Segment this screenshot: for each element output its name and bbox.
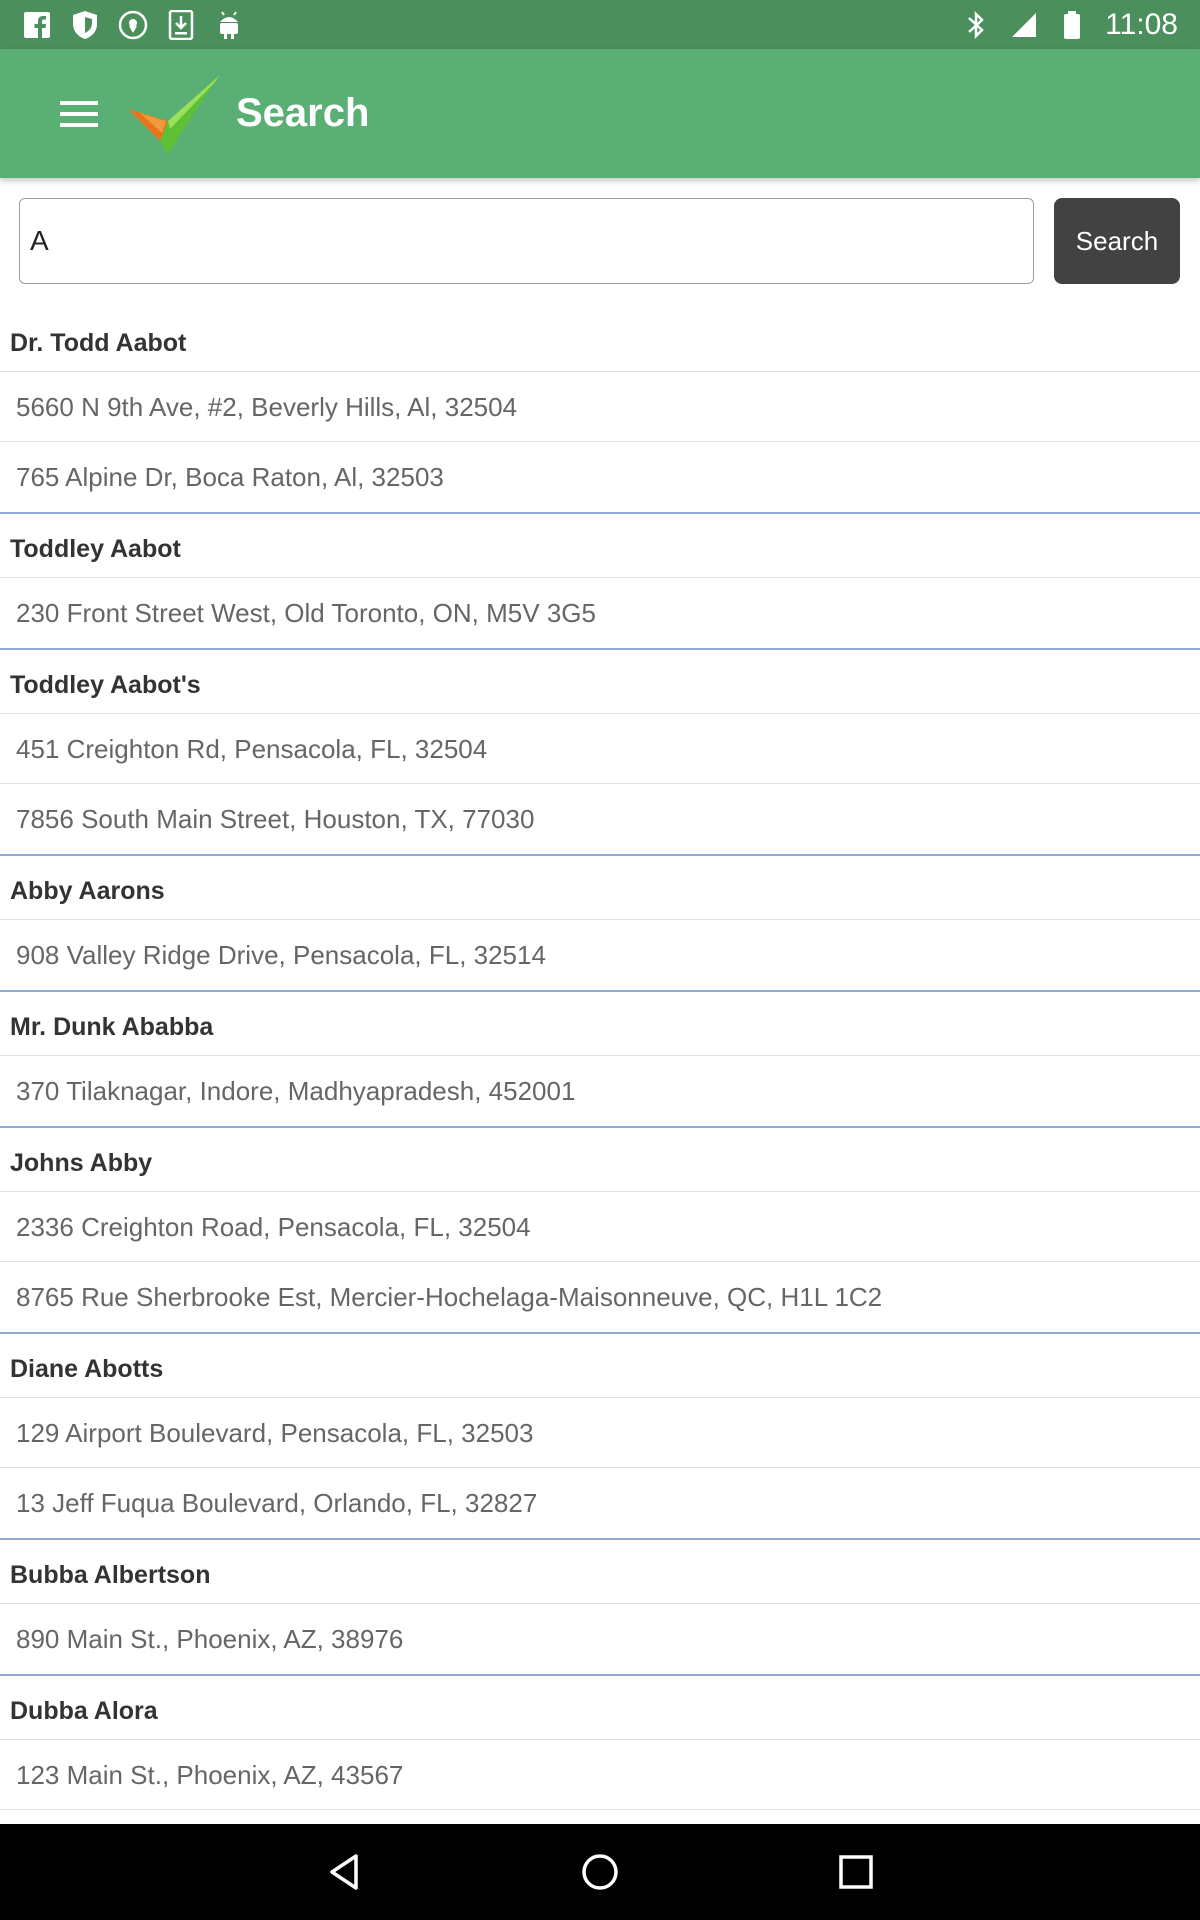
shield-icon (70, 10, 100, 40)
address-item[interactable]: 123 Main St., Phoenix, AZ, 43567 (0, 1740, 1200, 1810)
result-group: Diane Abotts 129 Airport Boulevard, Pensa… (0, 1334, 1200, 1540)
facebook-icon (22, 10, 52, 40)
provider-name[interactable]: Abby Aarons (0, 856, 1200, 920)
recents-icon (839, 1855, 873, 1889)
home-icon (582, 1854, 618, 1890)
provider-name[interactable]: Toddley Aabot's (0, 650, 1200, 714)
app-logo (126, 69, 226, 159)
provider-name[interactable]: Bubba Albertson (0, 1540, 1200, 1604)
hamburger-icon (60, 100, 98, 127)
provider-name[interactable]: Mr. Dunk Ababba (0, 992, 1200, 1056)
result-group: Mr. Dunk Ababba 370 Tilaknagar, Indore, M… (0, 992, 1200, 1128)
address-item[interactable]: 451 Creighton Rd, Pensacola, FL, 32504 (0, 714, 1200, 784)
result-group: Toddley Aabot's 451 Creighton Rd, Pensaco… (0, 650, 1200, 856)
provider-name[interactable]: Diane Abotts (0, 1334, 1200, 1398)
address-item[interactable]: 129 Airport Boulevard, Pensacola, FL, 32… (0, 1398, 1200, 1468)
provider-name[interactable]: Toddley Aabot (0, 514, 1200, 578)
status-time: 11:08 (1105, 7, 1178, 41)
download-icon (166, 9, 196, 40)
status-bar: 11:08 (0, 0, 1200, 49)
address-item[interactable]: 5660 N 9th Ave, #2, Beverly Hills, Al, 3… (0, 372, 1200, 442)
result-group: Abby Aarons 908 Valley Ridge Drive, Pensa… (0, 856, 1200, 992)
provider-name[interactable]: Johns Abby (0, 1128, 1200, 1192)
search-button[interactable]: Search (1054, 198, 1180, 284)
address-item[interactable]: 8765 Rue Sherbrooke Est, Mercier-Hochela… (0, 1262, 1200, 1332)
privacy-icon (118, 10, 148, 40)
recents-button[interactable] (826, 1842, 886, 1902)
address-item[interactable]: 7856 South Main Street, Houston, TX, 770… (0, 784, 1200, 854)
back-icon (330, 1854, 358, 1890)
address-item[interactable]: 230 Front Street West, Old Toronto, ON, … (0, 578, 1200, 648)
bluetooth-icon (961, 10, 991, 40)
results-list: Dr. Todd Aabot 5660 N 9th Ave, #2, Beverl… (0, 308, 1200, 1882)
page-title: Search (236, 91, 370, 135)
navigation-bar (0, 1824, 1200, 1920)
menu-button[interactable] (40, 74, 120, 154)
search-row: Search (0, 196, 1200, 286)
provider-name[interactable]: Dubba Alora (0, 1676, 1200, 1740)
battery-icon (1057, 10, 1087, 40)
app-bar: Search (0, 49, 1200, 178)
signal-icon (1009, 10, 1039, 40)
result-group: Dr. Todd Aabot 5660 N 9th Ave, #2, Beverl… (0, 308, 1200, 514)
android-icon (214, 10, 244, 40)
provider-name[interactable]: Dr. Todd Aabot (0, 308, 1200, 372)
address-item[interactable]: 13 Jeff Fuqua Boulevard, Orlando, FL, 32… (0, 1468, 1200, 1538)
search-input[interactable] (19, 198, 1034, 284)
address-item[interactable]: 908 Valley Ridge Drive, Pensacola, FL, 3… (0, 920, 1200, 990)
result-group: Johns Abby 2336 Creighton Road, Pensacola… (0, 1128, 1200, 1334)
back-button[interactable] (314, 1842, 374, 1902)
home-button[interactable] (570, 1842, 630, 1902)
address-item[interactable]: 765 Alpine Dr, Boca Raton, Al, 32503 (0, 442, 1200, 512)
address-item[interactable]: 890 Main St., Phoenix, AZ, 38976 (0, 1604, 1200, 1674)
address-item[interactable]: 2336 Creighton Road, Pensacola, FL, 3250… (0, 1192, 1200, 1262)
address-item[interactable]: 370 Tilaknagar, Indore, Madhyapradesh, 4… (0, 1056, 1200, 1126)
result-group: Bubba Albertson 890 Main St., Phoenix, AZ… (0, 1540, 1200, 1676)
result-group: Toddley Aabot 230 Front Street West, Old … (0, 514, 1200, 650)
